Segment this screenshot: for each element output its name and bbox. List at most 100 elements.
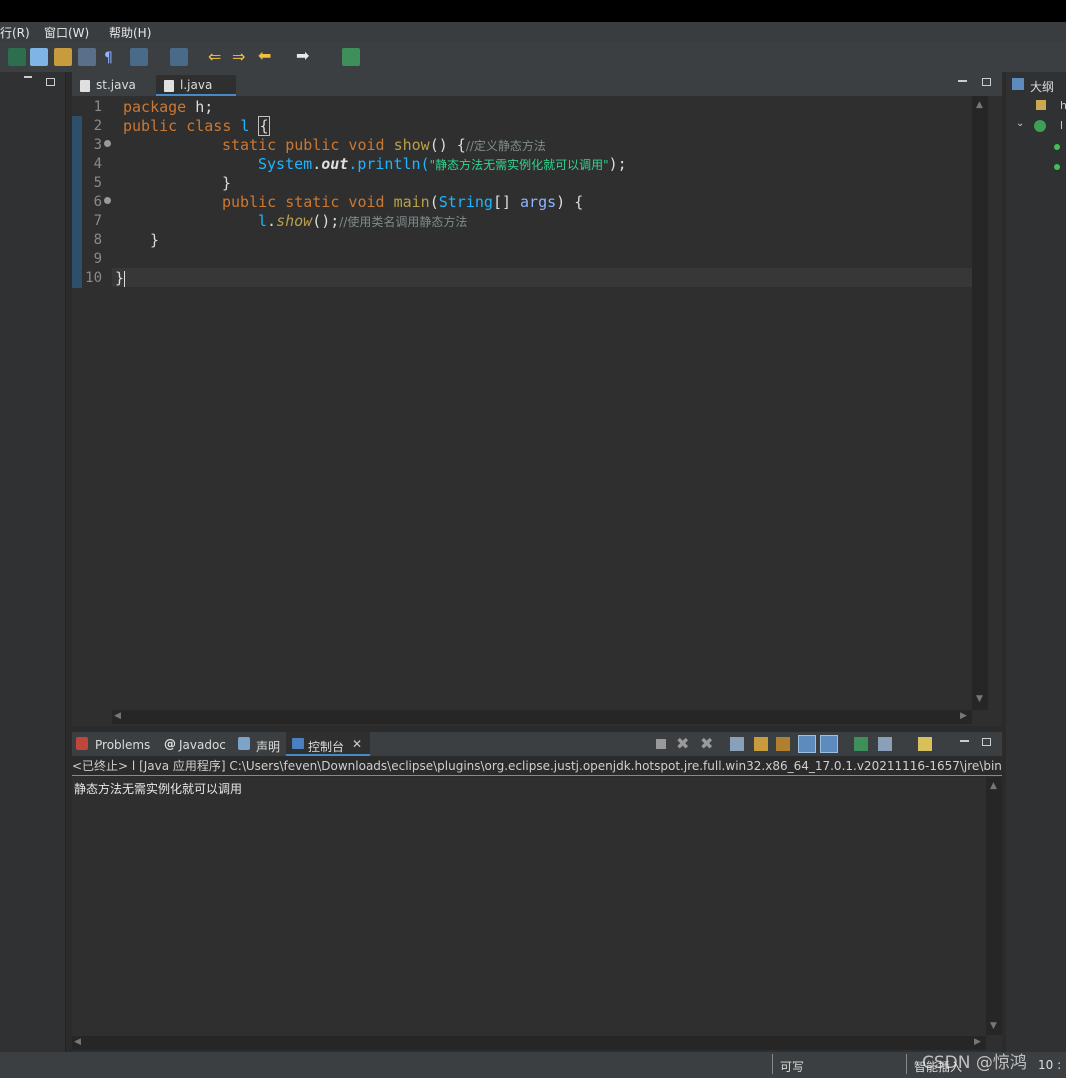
scroll-up-icon[interactable]: ▲ xyxy=(976,100,983,110)
code-line-1: package h; xyxy=(123,98,214,116)
bottom-panel-tab-bar: Problems @ Javadoc 声明 控制台 ✕ ✖ ✖ xyxy=(72,732,1002,756)
show-on-output-icon[interactable] xyxy=(798,735,816,753)
title-bar xyxy=(0,0,1066,22)
pin-console-icon[interactable] xyxy=(854,737,868,751)
method-icon[interactable] xyxy=(1054,144,1060,150)
scroll-down-icon[interactable]: ▼ xyxy=(990,1021,997,1031)
tab-javadoc[interactable]: Javadoc xyxy=(179,738,226,752)
scroll-up-icon[interactable]: ▲ xyxy=(990,781,997,791)
next-annotation-icon[interactable] xyxy=(130,48,148,66)
display-console-icon[interactable] xyxy=(878,737,892,751)
remove-all-icon[interactable]: ✖ xyxy=(700,734,713,753)
code-line-4: System.out.println("静态方法无需实例化就可以调用"); xyxy=(258,155,627,173)
problems-icon xyxy=(76,737,88,750)
outline-item-class[interactable]: l xyxy=(1060,119,1063,132)
java-file-icon xyxy=(164,80,174,92)
fold-icon[interactable] xyxy=(104,140,111,147)
javadoc-icon: @ xyxy=(164,737,176,751)
editor-vertical-scrollbar[interactable]: ▲ ▼ xyxy=(972,96,988,710)
console-icon xyxy=(292,738,304,749)
fold-icon[interactable] xyxy=(104,197,111,204)
console-horizontal-scrollbar[interactable]: ◀ ▶ xyxy=(72,1036,986,1050)
clear-console-icon[interactable] xyxy=(730,737,744,751)
matching-bracket: { xyxy=(258,116,270,136)
word-wrap-icon[interactable] xyxy=(54,48,72,66)
code-line-6: public static void main(String[] args) { xyxy=(222,193,584,211)
last-edit-location-icon[interactable]: ⇐ xyxy=(208,47,221,66)
scroll-right-icon[interactable]: ▶ xyxy=(960,711,967,721)
minimize-icon[interactable] xyxy=(24,76,32,78)
status-divider xyxy=(906,1054,907,1074)
method-icon[interactable] xyxy=(1054,164,1060,170)
scroll-right-icon[interactable]: ▶ xyxy=(974,1037,981,1047)
code-line-10: } xyxy=(115,269,126,287)
left-panel xyxy=(0,72,66,1052)
outline-panel: 大纲 h ⌄ l xyxy=(1006,72,1066,1052)
menu-help[interactable]: 帮助(H) xyxy=(109,24,151,41)
tab-label: l.java xyxy=(180,78,213,92)
main-toolbar: ¶ ⇐ ⇒ ⬅ ➡ xyxy=(0,42,1066,72)
forward-arrow-icon[interactable]: ➡ xyxy=(296,46,309,65)
line-number: 2 xyxy=(93,118,102,134)
code-line-2: public class l { xyxy=(123,116,270,136)
status-writable: 可写 xyxy=(780,1060,805,1074)
menu-bar: 行(R) 窗口(W) 帮助(H) xyxy=(0,22,1066,42)
show-whitespace-icon[interactable]: ¶ xyxy=(104,50,113,66)
code-editor[interactable] xyxy=(72,96,1002,726)
show-on-error-icon[interactable] xyxy=(820,735,838,753)
menu-run[interactable]: 行(R) xyxy=(0,24,30,41)
word-wrap-icon[interactable] xyxy=(776,737,790,751)
scroll-lock-icon[interactable] xyxy=(754,737,768,751)
scroll-down-icon[interactable]: ▼ xyxy=(976,694,983,704)
maximize-icon[interactable] xyxy=(982,738,991,746)
forward-edit-icon[interactable]: ⇒ xyxy=(232,47,245,66)
tab-declaration[interactable]: 声明 xyxy=(256,738,280,755)
tab-st-java[interactable]: st.java xyxy=(72,75,154,96)
minimize-icon[interactable] xyxy=(958,80,967,82)
console-output-line: 静态方法无需实例化就可以调用 xyxy=(74,782,243,796)
close-icon[interactable]: ✕ xyxy=(352,737,362,751)
package-icon xyxy=(1036,100,1046,110)
outline-title[interactable]: 大纲 xyxy=(1030,78,1054,95)
chevron-down-icon[interactable]: ⌄ xyxy=(1016,118,1024,129)
console-vertical-scrollbar[interactable]: ▲ ▼ xyxy=(986,777,1002,1035)
open-perspective-icon[interactable] xyxy=(342,48,360,66)
declaration-icon xyxy=(238,737,250,750)
outline-item-package[interactable]: h xyxy=(1060,99,1066,112)
console-process-info: <已终止> l [Java 应用程序] C:\Users\feven\Downl… xyxy=(72,756,1002,776)
tab-label: st.java xyxy=(96,78,136,92)
back-arrow-icon[interactable]: ⬅ xyxy=(258,46,271,65)
line-number: 1 xyxy=(93,99,102,115)
tab-problems[interactable]: Problems xyxy=(95,738,150,752)
open-console-icon[interactable] xyxy=(918,737,932,751)
line-number: 5 xyxy=(93,175,102,191)
remove-launch-icon[interactable]: ✖ xyxy=(676,734,689,753)
previous-annotation-icon[interactable] xyxy=(170,48,188,66)
minimize-icon[interactable] xyxy=(960,740,969,742)
current-line-highlight xyxy=(112,268,972,287)
menu-window[interactable]: 窗口(W) xyxy=(44,24,89,41)
status-bar: 可写 智能插入 10 : CSDN @惊鸿 xyxy=(0,1052,1066,1078)
scroll-left-icon[interactable]: ◀ xyxy=(114,711,121,721)
terminate-icon[interactable] xyxy=(656,739,666,749)
new-java-project-icon[interactable] xyxy=(8,48,26,66)
editor-tab-bar: st.java l.java ✕ xyxy=(72,72,1002,113)
outline-icon xyxy=(1012,78,1024,90)
block-selection-icon[interactable] xyxy=(78,48,96,66)
scroll-left-icon[interactable]: ◀ xyxy=(74,1037,81,1047)
toggle-mark-occurrences-icon[interactable] xyxy=(30,48,48,66)
editor-horizontal-scrollbar[interactable]: ◀ ▶ xyxy=(112,710,972,724)
code-line-8: } xyxy=(150,231,160,249)
line-number: 9 xyxy=(93,251,102,267)
console-output-area[interactable]: 静态方法无需实例化就可以调用 xyxy=(72,777,1002,1052)
maximize-icon[interactable] xyxy=(46,78,55,86)
java-file-icon xyxy=(80,80,90,92)
text-cursor xyxy=(124,270,126,287)
line-number: 10 xyxy=(85,270,102,286)
tab-console[interactable]: 控制台 ✕ xyxy=(286,732,370,756)
line-number: 4 xyxy=(93,156,102,172)
maximize-icon[interactable] xyxy=(982,78,991,86)
class-icon xyxy=(1034,120,1046,132)
tab-l-java[interactable]: l.java ✕ xyxy=(156,75,236,113)
csdn-watermark: CSDN @惊鸿 xyxy=(922,1053,1027,1073)
